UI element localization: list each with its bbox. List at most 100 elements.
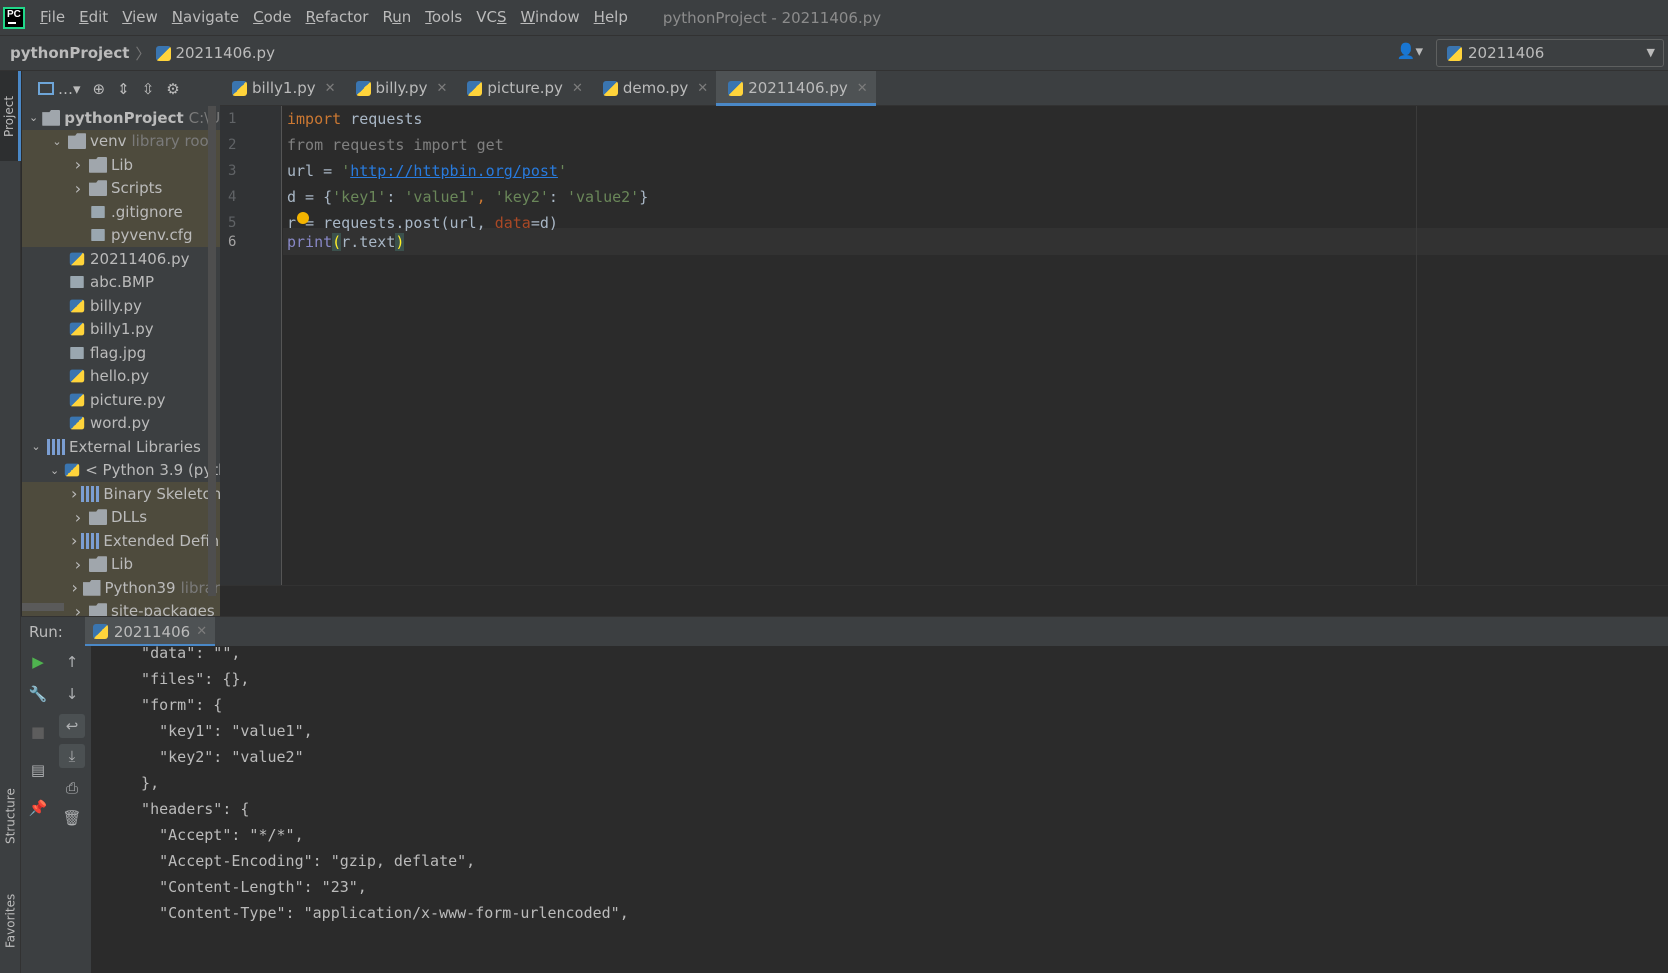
scroll-down-icon[interactable]: ↓ (59, 682, 85, 706)
expand-all-icon[interactable]: ⇕ (117, 80, 130, 98)
tree-item[interactable]: 20211406.py (22, 247, 220, 271)
locate-file-icon[interactable]: ⊕ (93, 80, 106, 98)
tree-item[interactable]: picture.py (22, 388, 220, 412)
gear-icon[interactable]: ⚙ (166, 80, 179, 98)
line-number: 6 (228, 234, 237, 250)
close-icon[interactable]: ✕ (857, 81, 868, 96)
chevron-right-icon[interactable]: › (71, 179, 85, 198)
tree-item[interactable]: billy.py (22, 294, 220, 318)
chevron-down-icon[interactable]: ⌄ (29, 440, 43, 453)
code-line[interactable]: url = 'http://httpbin.org/post' (287, 158, 567, 185)
tree-item-label: Python39 (104, 578, 176, 597)
close-icon[interactable]: ✕ (697, 81, 708, 96)
code-line[interactable]: from requests import get (287, 132, 504, 159)
project-tool-tab[interactable]: Project (0, 71, 21, 161)
code-line[interactable]: d = {'key1': 'value1', 'key2': 'value2'} (287, 184, 648, 211)
menu-edit[interactable]: Edit (72, 0, 115, 35)
tree-item[interactable]: flag.jpg (22, 341, 220, 365)
rerun-icon[interactable]: ▶ (25, 650, 51, 674)
tree-item[interactable]: › Binary Skeleton (22, 482, 220, 506)
chevron-right-icon[interactable]: › (71, 155, 85, 174)
breadcrumb-project[interactable]: pythonProject (10, 44, 129, 62)
project-view-selector[interactable]: …▾ (38, 80, 81, 98)
run-configuration-select[interactable]: 20211406 ▼ (1436, 39, 1664, 67)
editor-tab[interactable]: demo.py ✕ (591, 71, 716, 106)
soft-wrap-icon[interactable]: ↩ (59, 714, 85, 738)
code-token: print (287, 233, 333, 251)
tree-item[interactable]: ⌄ External Libraries (22, 435, 220, 459)
intention-bulb-icon[interactable] (297, 212, 309, 224)
menu-vcs[interactable]: VCS (469, 0, 513, 35)
tree-item[interactable]: ⌄ venv library root (22, 129, 220, 153)
editor-tab[interactable]: billy1.py ✕ (220, 71, 344, 106)
menu-tools[interactable]: Tools (418, 0, 469, 35)
menu-code[interactable]: Code (246, 0, 298, 35)
tree-item[interactable]: › Python39 librar (22, 576, 220, 600)
breadcrumb-file[interactable]: 20211406.py (156, 44, 275, 62)
chevron-down-icon[interactable]: ⌄ (50, 464, 59, 477)
structure-tool-tab[interactable]: Structure (0, 771, 21, 861)
chevron-right-icon[interactable]: › (71, 602, 85, 616)
menu-navigate[interactable]: Navigate (165, 0, 246, 35)
code-token: 'value2' (566, 188, 640, 206)
code-token: from requests import get (287, 136, 504, 154)
tree-item[interactable]: › DLLs (22, 505, 220, 529)
chevron-right-icon[interactable]: › (71, 484, 77, 503)
editor-tab[interactable]: picture.py ✕ (455, 71, 590, 106)
tree-item[interactable]: billy1.py (22, 318, 220, 342)
code-line[interactable]: print(r.text) (287, 229, 405, 256)
favorites-tool-tab[interactable]: Favorites (0, 876, 21, 966)
close-icon[interactable]: ✕ (325, 81, 336, 96)
lib-icon (47, 438, 65, 455)
code-url-link[interactable]: http://httpbin.org/post (350, 162, 558, 180)
wrench-icon[interactable]: 🔧 (25, 682, 51, 706)
menu-window[interactable]: Window (513, 0, 586, 35)
editor-tab[interactable]: billy.py ✕ (344, 71, 456, 106)
close-icon[interactable]: ✕ (572, 81, 583, 96)
chevron-down-icon[interactable]: ⌄ (29, 111, 38, 124)
tree-item[interactable]: › Extended Defini (22, 529, 220, 553)
scroll-to-end-icon[interactable]: ⤓ (59, 744, 85, 768)
chevron-right-icon[interactable]: › (71, 508, 85, 527)
line-number: 3 (228, 163, 237, 179)
chevron-down-icon[interactable]: ⌄ (50, 135, 64, 148)
collapse-all-icon[interactable]: ⇳ (142, 80, 155, 98)
tree-item[interactable]: pyvenv.cfg (22, 223, 220, 247)
close-icon[interactable]: ✕ (196, 624, 207, 639)
tree-item[interactable]: ⌄ < Python 3.9 (pyth (22, 459, 220, 483)
chevron-right-icon[interactable]: › (71, 555, 85, 574)
tree-item[interactable]: › Lib (22, 552, 220, 576)
editor-tab[interactable]: 20211406.py ✕ (716, 70, 877, 106)
scroll-up-icon[interactable]: ↑ (59, 650, 85, 674)
print-icon[interactable]: ⎙ (59, 776, 85, 800)
menu-file[interactable]: File (33, 0, 72, 35)
stop-icon[interactable]: ■ (25, 720, 51, 744)
close-icon[interactable]: ✕ (436, 81, 447, 96)
tree-item[interactable]: › Lib (22, 153, 220, 177)
run-tab[interactable]: 20211406 ✕ (84, 616, 216, 647)
trash-icon[interactable]: 🗑 (59, 806, 85, 830)
chevron-right-icon[interactable]: › (71, 578, 79, 597)
tree-item[interactable]: hello.py (22, 365, 220, 389)
tree-item[interactable]: word.py (22, 412, 220, 436)
tree-vertical-scrollbar[interactable] (208, 106, 216, 596)
code-editor[interactable]: 123456 import requests from requests imp… (220, 106, 1668, 616)
user-account-icon[interactable]: 👤▾ (1397, 42, 1423, 60)
restore-layout-icon[interactable]: ▤ (25, 758, 51, 782)
code-line[interactable]: import requests (287, 106, 422, 133)
run-console-output[interactable]: "data": "", "files": {}, "form": { "key1… (91, 646, 1668, 973)
menu-view[interactable]: View (115, 0, 165, 35)
menu-help[interactable]: Help (587, 0, 635, 35)
tree-item[interactable]: ⌄pythonProjectC:\Use (22, 106, 220, 130)
tree-item[interactable]: › Scripts (22, 176, 220, 200)
navigation-bar: pythonProject 〉 20211406.py 👤▾ 20211406 … (0, 35, 1668, 71)
tree-horizontal-scrollbar[interactable] (22, 603, 64, 611)
pin-icon[interactable]: 📌 (25, 796, 51, 820)
tree-item-label: venv (90, 132, 127, 151)
tree-item[interactable]: .gitignore (22, 200, 220, 224)
menu-run[interactable]: Run (375, 0, 418, 35)
menu-refactor[interactable]: Refactor (299, 0, 376, 35)
chevron-right-icon[interactable]: › (71, 531, 77, 550)
code-token: } (639, 188, 649, 206)
tree-item[interactable]: abc.BMP (22, 271, 220, 295)
